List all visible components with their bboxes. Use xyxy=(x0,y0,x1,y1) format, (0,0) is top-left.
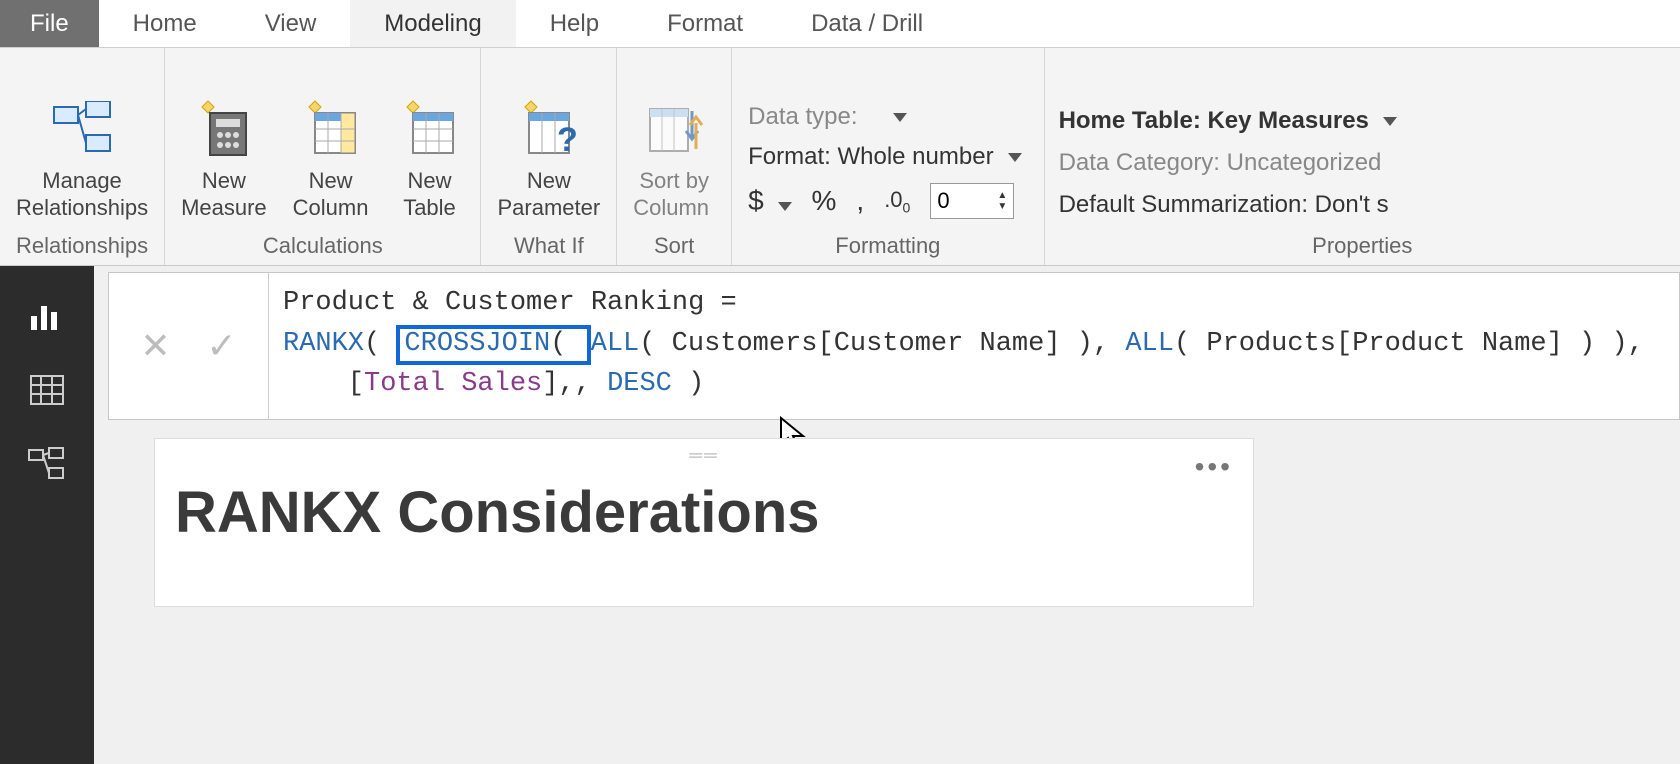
decimal-icon: .00 xyxy=(884,187,910,215)
data-view-button[interactable] xyxy=(22,368,72,412)
new-column-label: New Column xyxy=(293,168,369,221)
ribbon-group-relationships: Manage Relationships Relationships xyxy=(0,48,165,265)
ribbon-group-formatting: Data type: Format: Whole number $ % , .0… xyxy=(732,48,1044,265)
measure-ref: Total Sales xyxy=(364,369,542,399)
default-summarization-dropdown[interactable]: Default Summarization: Don't s xyxy=(1059,191,1397,219)
menu-modeling[interactable]: Modeling xyxy=(350,0,515,47)
group-label-calculations: Calculations xyxy=(175,229,470,265)
measure-icon xyxy=(189,94,259,164)
ribbon-group-properties: Home Table: Key Measures Data Category: … xyxy=(1045,48,1680,265)
column-icon xyxy=(296,94,366,164)
drag-handle-icon[interactable]: ══ xyxy=(689,445,719,466)
new-table-label: New Table xyxy=(403,168,456,221)
ribbon-group-calculations: New Measure New Column xyxy=(165,48,481,265)
spin-up[interactable]: ▲ xyxy=(991,190,1013,201)
data-category-dropdown[interactable]: Data Category: Uncategorized xyxy=(1059,149,1397,177)
formula-bar: ✕ ✓ Product & Customer Ranking = RANKX( … xyxy=(108,272,1680,420)
group-label-relationships: Relationships xyxy=(10,229,154,265)
group-label-sort: Sort xyxy=(627,229,721,265)
kw-all-2: ALL xyxy=(1125,329,1174,359)
chevron-down-icon xyxy=(1002,143,1022,171)
confirm-icon[interactable]: ✓ xyxy=(207,325,237,367)
new-parameter-button[interactable]: ? New Parameter xyxy=(491,90,606,225)
group-label-whatif: What If xyxy=(491,229,606,265)
currency-button[interactable]: $ xyxy=(748,185,791,217)
text-visual[interactable]: ══ ••• RANKX Considerations xyxy=(154,438,1254,607)
relationships-icon xyxy=(47,94,117,164)
chevron-down-icon xyxy=(1377,107,1397,135)
sort-by-column-label: Sort by Column xyxy=(633,168,715,221)
kw-all-1: ALL xyxy=(591,329,640,359)
crossjoin-highlight: CROSSJOIN( xyxy=(396,325,590,365)
manage-relationships-label: Manage Relationships xyxy=(16,168,148,221)
comma-button[interactable]: , xyxy=(856,185,864,217)
visual-title: RANKX Considerations xyxy=(175,479,1233,546)
spin-down[interactable]: ▼ xyxy=(991,201,1013,212)
ribbon: Manage Relationships Relationships New M… xyxy=(0,48,1680,266)
decimal-places-spinner[interactable]: ▲ ▼ xyxy=(930,183,1014,219)
workspace: ✕ ✓ Product & Customer Ranking = RANKX( … xyxy=(0,266,1680,764)
new-parameter-label: New Parameter xyxy=(497,168,600,221)
menu-help[interactable]: Help xyxy=(516,0,633,47)
svg-text:?: ? xyxy=(557,121,578,159)
decimal-places-input[interactable] xyxy=(931,186,991,216)
more-options-button[interactable]: ••• xyxy=(1195,451,1233,483)
kw-desc: DESC xyxy=(607,369,672,399)
new-measure-label: New Measure xyxy=(181,168,267,221)
sort-icon xyxy=(639,94,709,164)
new-measure-button[interactable]: New Measure xyxy=(175,90,273,225)
group-label-properties: Properties xyxy=(1055,229,1670,265)
data-type-dropdown[interactable]: Data type: xyxy=(748,103,1021,131)
ribbon-group-whatif: ? New Parameter What If xyxy=(481,48,617,265)
menu-view[interactable]: View xyxy=(231,0,351,47)
table-icon xyxy=(394,94,464,164)
kw-rankx: RANKX xyxy=(283,329,364,359)
manage-relationships-button[interactable]: Manage Relationships xyxy=(10,90,154,225)
ribbon-group-sort: Sort by Column Sort xyxy=(617,48,732,265)
chevron-down-icon xyxy=(887,103,907,131)
view-rail xyxy=(0,266,94,764)
model-view-button[interactable] xyxy=(22,442,72,486)
percent-button[interactable]: % xyxy=(812,185,837,217)
format-dropdown[interactable]: Format: Whole number xyxy=(748,143,1021,171)
sort-by-column-button[interactable]: Sort by Column xyxy=(627,90,721,225)
content-area: ✕ ✓ Product & Customer Ranking = RANKX( … xyxy=(94,266,1680,764)
new-table-button[interactable]: New Table xyxy=(388,90,470,225)
menu-data-drill[interactable]: Data / Drill xyxy=(777,0,957,47)
report-view-button[interactable] xyxy=(22,294,72,338)
menu-format[interactable]: Format xyxy=(633,0,777,47)
chevron-down-icon xyxy=(772,197,792,213)
home-table-dropdown[interactable]: Home Table: Key Measures xyxy=(1059,107,1397,135)
group-label-formatting: Formatting xyxy=(742,229,1033,265)
formula-actions: ✕ ✓ xyxy=(109,273,269,419)
formula-line1: Product & Customer Ranking = xyxy=(283,288,753,318)
menu-bar: File Home View Modeling Help Format Data… xyxy=(0,0,1680,48)
menu-file[interactable]: File xyxy=(0,0,99,47)
formula-editor[interactable]: Product & Customer Ranking = RANKX( CROS… xyxy=(269,273,1679,419)
menu-home[interactable]: Home xyxy=(99,0,231,47)
report-canvas[interactable]: ══ ••• RANKX Considerations xyxy=(94,426,1680,607)
new-column-button[interactable]: New Column xyxy=(287,90,375,225)
parameter-icon: ? xyxy=(514,94,584,164)
cancel-icon[interactable]: ✕ xyxy=(140,325,170,367)
